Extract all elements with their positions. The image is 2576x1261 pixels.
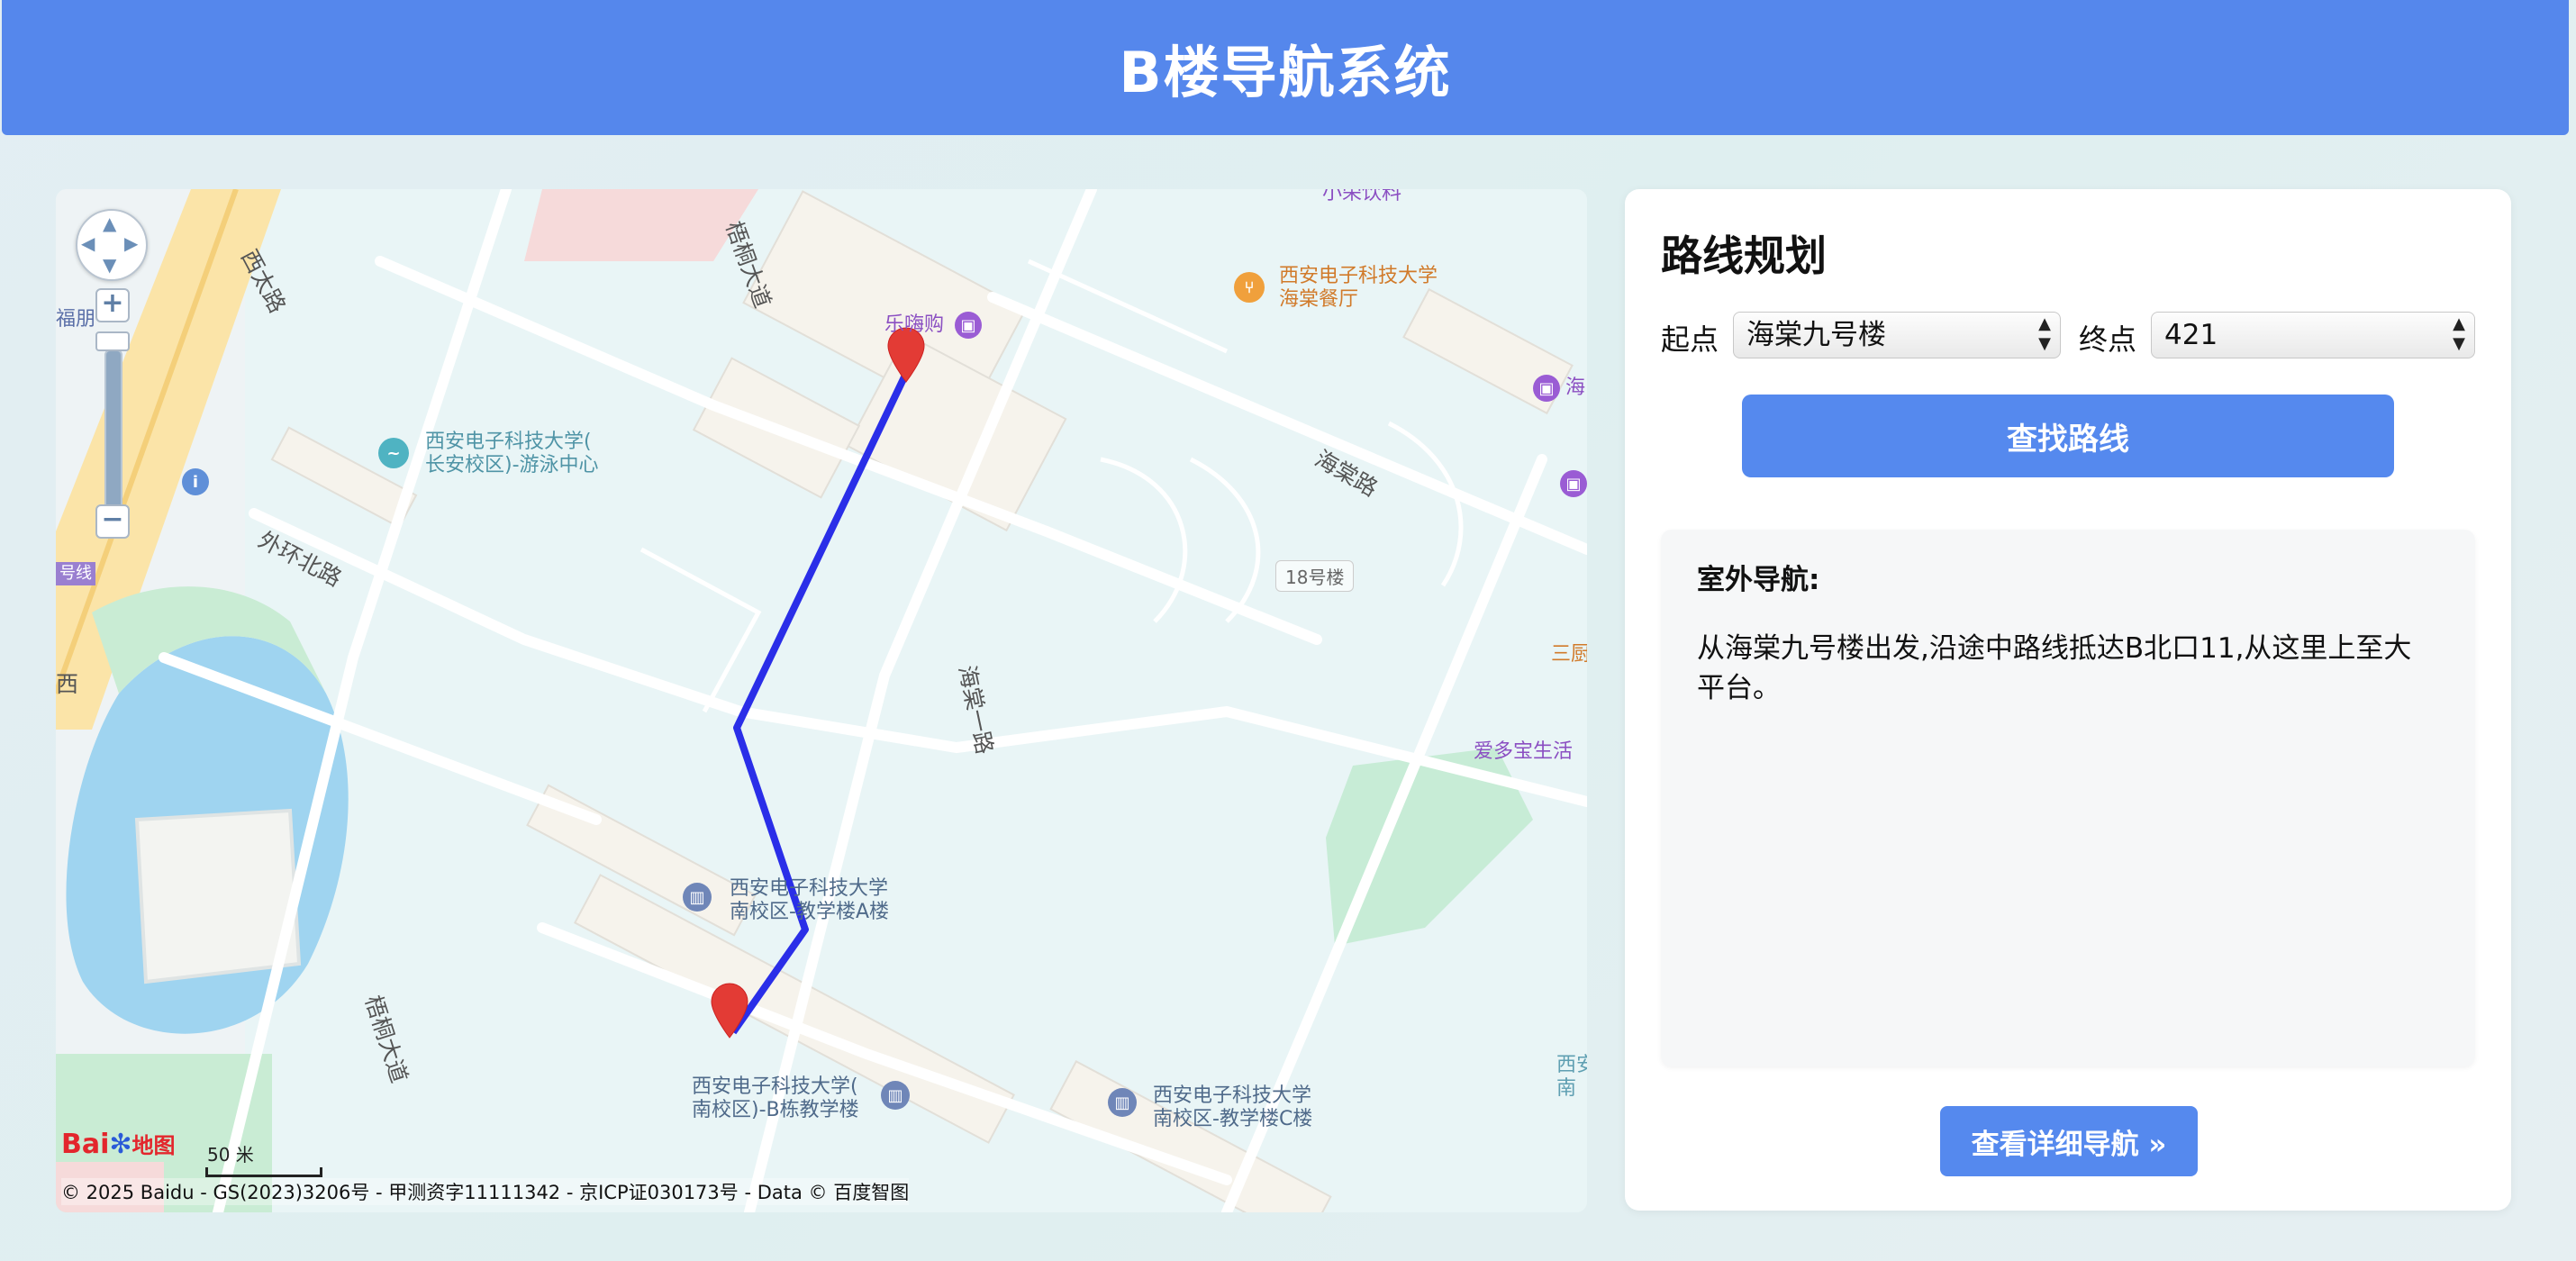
road-label-xi: 西 <box>56 671 79 697</box>
pan-up-icon[interactable]: ▲ <box>103 213 116 234</box>
find-route-button[interactable]: 查找路线 <box>1742 395 2394 477</box>
pan-left-icon[interactable]: ◀ <box>81 232 95 254</box>
panel-title: 路线规划 <box>1661 231 1827 280</box>
canteen-poi-icon[interactable]: ⑂ <box>1234 272 1265 303</box>
end-marker-icon[interactable] <box>710 982 749 1041</box>
info-poi-icon[interactable]: i <box>182 468 209 495</box>
result-title: 室外导航: <box>1697 564 1820 596</box>
poi-swim-center[interactable]: 西安电子科技大学( 长安校区)-游泳中心 <box>425 431 599 477</box>
swim-poi-icon[interactable]: ~ <box>378 438 409 468</box>
pan-control[interactable]: ▲ ▼ ◀ ▶ <box>76 209 148 281</box>
pan-right-icon[interactable]: ▶ <box>124 232 138 254</box>
metro-line-label: 号线 <box>56 562 95 585</box>
detail-nav-button[interactable]: 查看详细导航 » <box>1940 1106 2198 1176</box>
start-label: 起点 <box>1661 322 1719 357</box>
baidu-logo[interactable]: Bai✻地图 <box>61 1128 176 1160</box>
start-select[interactable]: 海棠九号楼 ▲ ▼ <box>1733 312 2061 358</box>
start-select-value: 海棠九号楼 <box>1746 319 1886 351</box>
end-label: 终点 <box>2079 322 2137 357</box>
end-select-value: 421 <box>2164 319 2218 351</box>
teach-b-poi-icon[interactable]: ▥ <box>881 1081 910 1110</box>
paw-icon: ✻ <box>109 1129 132 1160</box>
route-panel: 路线规划 起点 海棠九号楼 ▲ ▼ 终点 421 ▲ ▼ 查找路线 室外导航: 从海… <box>1625 189 2511 1211</box>
select-arrows-icon: ▲ ▼ <box>2038 314 2051 353</box>
shop-poi-icon-3[interactable]: ▣ <box>1560 470 1587 497</box>
poi-canteen[interactable]: 西安电子科技大学 海棠餐厅 <box>1279 265 1438 312</box>
result-box: 室外导航: 从海棠九号楼出发,沿途中路线抵达B北口11,从这里上至大平台。 <box>1661 530 2475 1066</box>
shop-poi-icon-2[interactable]: ▣ <box>1533 375 1560 402</box>
poi-xian-south[interactable]: 西安 南 <box>1556 1054 1587 1101</box>
poi-sanchu[interactable]: 三厨 <box>1551 643 1587 667</box>
shop-poi-icon[interactable]: ▣ <box>955 312 982 339</box>
building-18-label[interactable]: 18号楼 <box>1275 560 1355 592</box>
zoom-slider-handle[interactable] <box>95 331 130 351</box>
teach-c-poi-icon[interactable]: ▥ <box>1108 1088 1137 1117</box>
map-canvas[interactable] <box>56 189 1587 1212</box>
poi-mingpeng[interactable]: 福朋 <box>56 308 95 331</box>
end-select[interactable]: 421 ▲ ▼ <box>2151 312 2475 358</box>
map-copyright: © 2025 Baidu - GS(2023)3206号 - 甲测资字11111… <box>61 1178 910 1205</box>
scale-bar <box>205 1167 322 1177</box>
poi-teach-a[interactable]: 西安电子科技大学 南校区-教学楼A楼 <box>730 877 889 924</box>
poi-teach-b[interactable]: 西安电子科技大学( 南校区)-B栋教学楼 <box>692 1075 859 1122</box>
zoom-out-button[interactable]: − <box>95 504 130 539</box>
app-header: B楼导航系统 <box>2 0 2569 135</box>
zoom-in-button[interactable]: + <box>95 288 130 322</box>
page-title: B楼导航系统 <box>1119 40 1452 105</box>
teach-a-poi-icon[interactable]: ▥ <box>683 883 712 912</box>
poi-happy[interactable]: 乐嗨购 <box>884 313 944 337</box>
poi-drink[interactable]: 小荣饮料 <box>1322 189 1401 205</box>
scale-label: 50 米 <box>207 1144 254 1166</box>
poi-aiduo[interactable]: 爱多宝生活 <box>1474 740 1573 764</box>
result-text: 从海棠九号楼出发,沿途中路线抵达B北口11,从这里上至大平台。 <box>1697 632 2412 704</box>
poi-teach-c[interactable]: 西安电子科技大学 南校区-教学楼C楼 <box>1153 1084 1312 1131</box>
map-view[interactable]: 西太路 梧桐大道 梧桐大道 外环北路 海棠路 海棠一路 ~ 西安电子科技大学( … <box>56 189 1587 1212</box>
poi-hai[interactable]: 海 <box>1565 376 1585 400</box>
select-arrows-icon: ▲ ▼ <box>2453 314 2465 353</box>
pan-down-icon[interactable]: ▼ <box>103 254 116 276</box>
